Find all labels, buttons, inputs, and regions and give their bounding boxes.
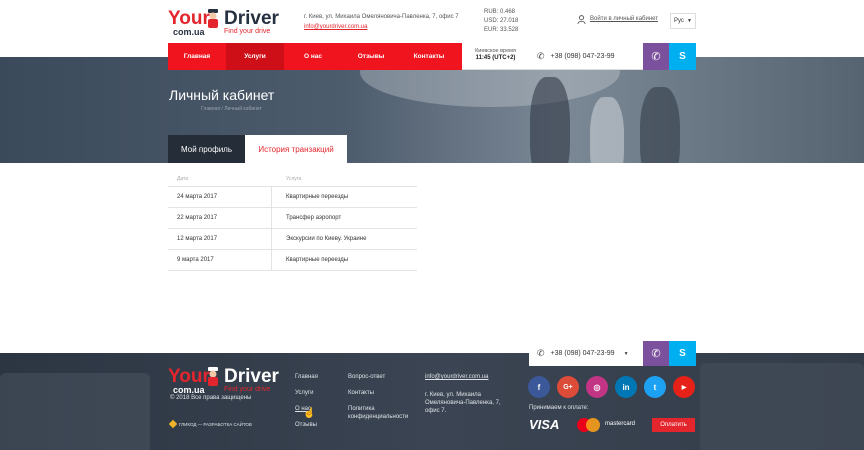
pay-button[interactable]: Оплатить — [652, 418, 695, 432]
breadcrumb: Главная / Личный кабинет — [201, 106, 262, 112]
header-date: Дата — [177, 176, 189, 182]
login-label: Войти в личный кабинет — [590, 16, 659, 22]
footer-link-reviews[interactable]: Отзывы — [295, 421, 318, 429]
footer-truck-shape — [0, 373, 150, 450]
payment-label: Принимаем к оплате: — [529, 405, 589, 411]
page-title: Личный кабинет — [169, 87, 275, 103]
transactions-table: Дата Услуга 24 марта 2017 Квартирные пер… — [168, 172, 417, 271]
nav-reviews[interactable]: Отзывы — [342, 43, 400, 70]
developer-credit-label: ГЛИКОД — РАЗРАБОТКА САЙТОВ — [179, 421, 252, 427]
language-value: Рус — [674, 18, 684, 24]
mastercard-icon — [577, 418, 603, 432]
youtube-icon[interactable]: ▶ — [673, 376, 695, 398]
table-row: 9 марта 2017 Квартирные переезды — [168, 250, 417, 271]
rate-rub: RUB: 0.468 — [484, 9, 516, 15]
hero-person-shape-2 — [640, 87, 680, 163]
footer-nav-col2: Вопрос-ответ Контакты Политика конфиденц… — [348, 373, 412, 421]
tab-transactions[interactable]: История транзакций — [245, 135, 347, 163]
instagram-icon[interactable]: ◎ — [586, 376, 608, 398]
row-service: Экскурсии по Киеву. Украине — [286, 236, 367, 242]
footer-phone-number: +38 (098) 047-23-99 — [550, 350, 615, 357]
row-date: 12 марта 2017 — [168, 229, 272, 249]
user-icon — [577, 15, 586, 24]
logo-domain: com.ua — [173, 27, 205, 37]
chevron-down-icon: ▼ — [687, 18, 692, 24]
row-date: 9 марта 2017 — [168, 250, 272, 270]
logo-driver: Driver — [224, 8, 279, 29]
footer-address: г. Киев, ул. Михаила Омеляновича-Павленк… — [425, 392, 501, 414]
footer-link-home[interactable]: Главная — [295, 373, 318, 381]
footer-link-services[interactable]: Услуги — [295, 389, 318, 397]
skype-icon: S — [679, 51, 686, 62]
footer-link-faq[interactable]: Вопрос-ответ — [348, 373, 412, 381]
twitter-icon[interactable]: t — [644, 376, 666, 398]
linkedin-icon[interactable]: in — [615, 376, 637, 398]
table-row: 22 марта 2017 Трансфер аэропорт — [168, 208, 417, 229]
hero-person-shape — [530, 77, 570, 163]
footer-phone[interactable]: ✆ +38 (098) 047-23-99 ▼ — [529, 341, 643, 366]
language-select[interactable]: Рус ▼ — [670, 13, 696, 29]
tab-my-profile[interactable]: Мой профиль — [168, 135, 245, 163]
rate-usd: USD: 27.018 — [484, 18, 519, 24]
developer-logo-icon — [168, 419, 178, 429]
footer-nav-col1: Главная Услуги О нас Отзывы — [295, 373, 318, 429]
visa-logo: VISA — [529, 417, 560, 432]
footer-viber-button[interactable]: ✆ — [643, 341, 669, 366]
copyright: © 2018 Все права защищены — [170, 395, 252, 401]
viber-icon: ✆ — [651, 348, 661, 360]
hero-person-shape-3 — [590, 97, 624, 163]
footer-email-link[interactable]: info@yourdriver.com.ua — [425, 373, 488, 381]
row-service: Квартирные переезды — [286, 257, 349, 263]
nav-home[interactable]: Главная — [168, 43, 226, 70]
facebook-icon[interactable]: f — [528, 376, 550, 398]
phone-icon: ✆ — [537, 348, 545, 358]
viber-icon: ✆ — [651, 51, 661, 63]
row-date: 22 марта 2017 — [168, 208, 272, 228]
kyiv-time: Киевское время 11:45 (UTC+2) — [462, 43, 529, 70]
row-service: Трансфер аэропорт — [286, 215, 342, 221]
header-phone-number: +38 (098) 047-23-99 — [550, 52, 615, 60]
google-plus-icon[interactable]: G+ — [557, 376, 579, 398]
developer-credit[interactable]: ГЛИКОД — РАЗРАБОТКА САЙТОВ — [168, 419, 252, 429]
cursor-hand-icon: ☝ — [303, 408, 316, 419]
footer-link-privacy[interactable]: Политика конфиденциальности — [348, 405, 412, 421]
logo-tagline: Find your drive — [224, 386, 271, 393]
table-header: Дата Услуга — [168, 172, 417, 187]
table-row: 24 марта 2017 Квартирные переезды — [168, 187, 417, 208]
driver-mascot-icon — [206, 367, 220, 387]
logo-tagline: Find your drive — [224, 28, 271, 35]
row-date: 24 марта 2017 — [168, 187, 272, 207]
skype-icon: S — [679, 348, 686, 359]
table-row: 12 марта 2017 Экскурсии по Киеву. Украин… — [168, 229, 417, 250]
hero-banner — [0, 57, 864, 163]
site-logo[interactable]: Your Driver com.ua Find your drive — [168, 8, 279, 37]
kyiv-time-value: 11:45 (UTC+2) — [475, 55, 516, 61]
row-service: Квартирные переезды — [286, 194, 349, 200]
kyiv-time-label: Киевское время — [475, 48, 516, 54]
mastercard-label: mastercard — [605, 421, 636, 427]
skype-button[interactable]: S — [669, 43, 696, 70]
nav-services[interactable]: Услуги — [226, 43, 284, 70]
header-address: г. Киев, ул. Михаила Омеляновича-Павленк… — [304, 14, 459, 20]
viber-button[interactable]: ✆ — [643, 43, 669, 70]
currency-rates: RUB: 0.468 USD: 27.018 EUR: 33.528 — [484, 8, 518, 35]
header-phone[interactable]: ✆ +38 (098) 047-23-99 — [529, 43, 643, 70]
main-nav: Главная Услуги О нас Отзывы Контакты — [168, 43, 462, 70]
phone-icon: ✆ — [537, 50, 545, 61]
footer-logo[interactable]: Your Driver com.ua Find your drive — [168, 366, 279, 395]
footer-link-contacts[interactable]: Контакты — [348, 389, 412, 397]
driver-mascot-icon — [206, 9, 220, 29]
footer-bg-shape — [700, 363, 864, 450]
header-service: Услуга — [286, 176, 302, 182]
chevron-down-icon: ▼ — [623, 350, 629, 357]
header-email-link[interactable]: info@yourdriver.com.ua — [304, 23, 367, 32]
rate-eur: EUR: 33.528 — [484, 27, 519, 33]
nav-contacts[interactable]: Контакты — [400, 43, 458, 70]
login-link[interactable]: Войти в личный кабинет — [577, 15, 658, 24]
logo-driver: Driver — [224, 366, 279, 387]
nav-about[interactable]: О нас — [284, 43, 342, 70]
footer-skype-button[interactable]: S — [669, 341, 696, 366]
